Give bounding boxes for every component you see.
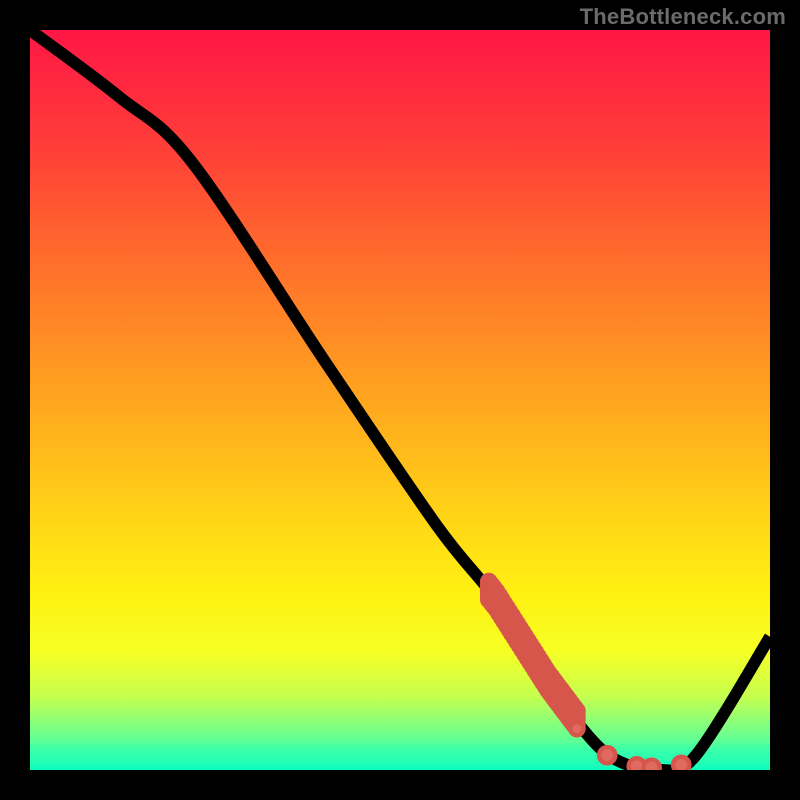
bottleneck-chart-svg <box>30 30 770 770</box>
bottleneck-curve <box>30 30 770 770</box>
marker-dots <box>599 747 689 770</box>
watermark-text: TheBottleneck.com <box>580 4 786 30</box>
plot-area <box>30 30 770 770</box>
chart-frame: TheBottleneck.com <box>0 0 800 800</box>
marker-run <box>482 575 583 735</box>
